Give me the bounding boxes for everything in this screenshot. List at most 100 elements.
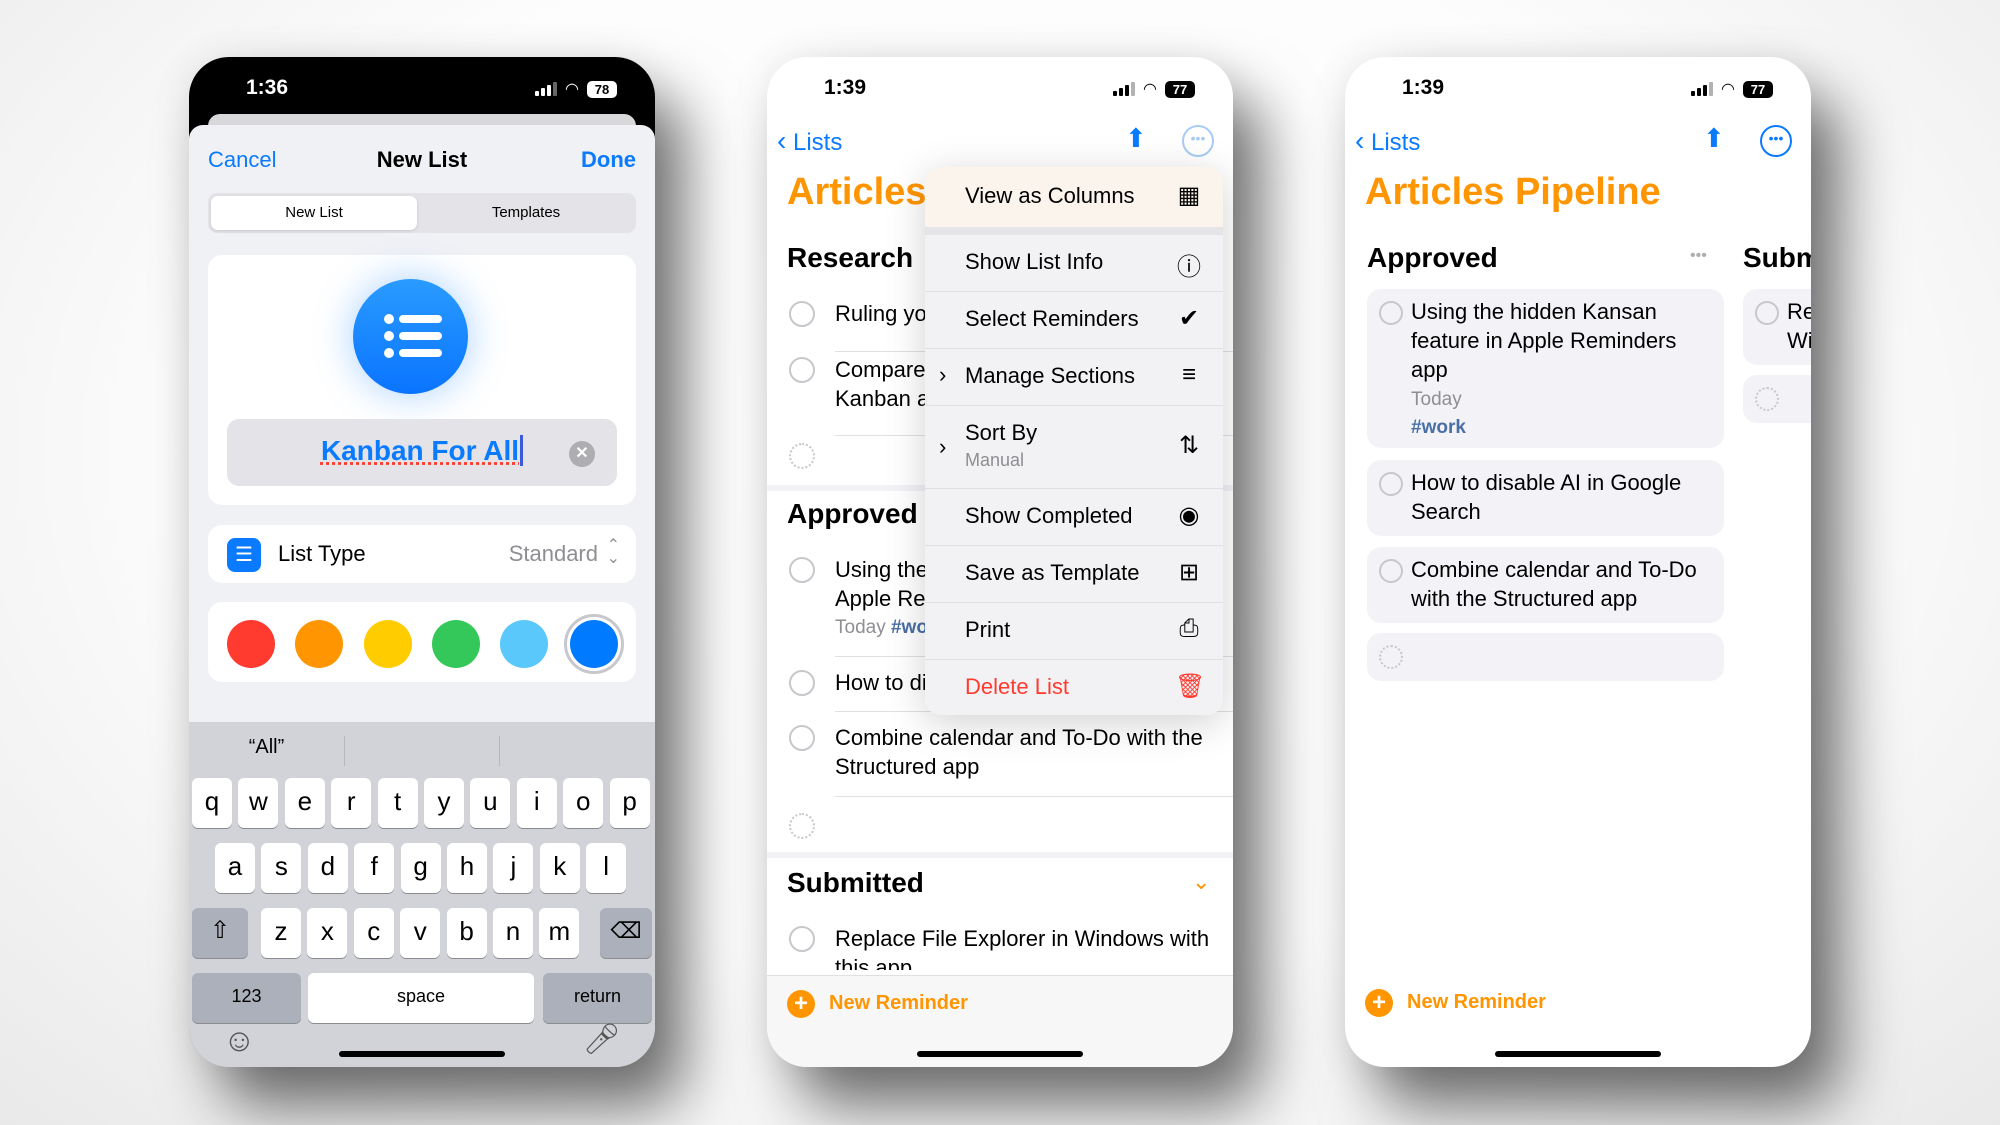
share-icon[interactable]: ⬆︎ [1125, 123, 1147, 154]
key-q[interactable]: q [192, 778, 232, 828]
list-type-value[interactable]: Standard [509, 541, 598, 567]
key-a[interactable]: a [215, 843, 255, 893]
reminder-text[interactable]: Using the [835, 555, 928, 584]
key-m[interactable]: m [539, 908, 580, 958]
reminder-checkbox[interactable] [789, 301, 815, 327]
new-reminder-card[interactable] [1743, 375, 1811, 423]
reminder-checkbox[interactable] [789, 725, 815, 751]
color-swatch-red[interactable] [227, 620, 275, 668]
reminder-card[interactable]: How to disable AI in Google Search [1367, 460, 1724, 536]
key-x[interactable]: x [307, 908, 348, 958]
menu-item-manage-sections[interactable]: › Manage Sections ≡ [925, 349, 1223, 405]
chevron-down-icon[interactable]: ⌄ [1192, 869, 1210, 895]
share-icon[interactable]: ⬆︎ [1703, 123, 1725, 154]
reminder-checkbox[interactable] [1379, 301, 1403, 325]
suggestion-1[interactable]: “All” [189, 736, 344, 759]
reminder-text-line2: Apple Re [835, 586, 926, 611]
shift-key[interactable]: ⇧ [192, 908, 248, 958]
key-i[interactable]: i [516, 778, 557, 828]
checkmark-circle-icon: ✔︎ [1178, 305, 1200, 332]
column-more-icon[interactable]: ••• [1690, 247, 1707, 265]
reminder-checkbox[interactable] [789, 926, 815, 952]
back-button[interactable]: ‹ Lists [777, 125, 842, 157]
key-n[interactable]: n [493, 908, 533, 958]
reminder-text[interactable]: Replace File Explorer in Windows with [835, 924, 1209, 953]
key-e[interactable]: e [284, 778, 325, 828]
color-swatch-orange[interactable] [295, 620, 343, 668]
back-button[interactable]: ‹ Lists [1355, 125, 1420, 157]
reminder-card[interactable]: Re Wi [1743, 289, 1811, 365]
microphone-icon[interactable]: 🎤︎ [583, 1022, 621, 1057]
key-t[interactable]: t [377, 778, 418, 828]
reminder-text[interactable]: Combine calendar and To-Do with the [835, 723, 1203, 752]
space-key[interactable]: space [308, 973, 534, 1023]
reminder-tag[interactable]: #work [1411, 413, 1466, 442]
tab-templates[interactable]: Templates [421, 196, 631, 230]
list-title: Articles Pipeline [1365, 171, 1661, 213]
key-u[interactable]: u [470, 778, 511, 828]
key-z[interactable]: z [261, 908, 301, 958]
color-swatch-blue[interactable] [564, 614, 624, 674]
key-y[interactable]: y [424, 778, 464, 828]
key-s[interactable]: s [261, 843, 302, 893]
list-name-input[interactable]: Kanban For All ✕ [227, 419, 617, 486]
menu-item-print[interactable]: Print ⎙ [925, 603, 1223, 659]
emoji-icon[interactable]: ☺ [223, 1022, 256, 1059]
key-d[interactable]: d [307, 843, 348, 893]
tab-new-list[interactable]: New List [211, 196, 417, 230]
plus-icon[interactable]: + [787, 990, 815, 1018]
plus-icon[interactable]: + [1365, 989, 1393, 1017]
key-j[interactable]: j [493, 843, 534, 893]
reminder-text[interactable]: Ruling yo [835, 299, 927, 328]
reminder-checkbox[interactable] [789, 357, 815, 383]
backspace-key[interactable]: ⌫ [600, 908, 652, 958]
numbers-key[interactable]: 123 [192, 973, 301, 1023]
color-swatch-light-blue[interactable] [500, 620, 548, 668]
menu-item-sort-by[interactable]: › Sort By Manual ⇅ [925, 406, 1223, 488]
menu-item-delete-list[interactable]: Delete List 🗑︎ [925, 660, 1223, 715]
new-reminder-button[interactable]: New Reminder [829, 992, 968, 1015]
reminder-text[interactable]: Compare [835, 355, 925, 384]
key-p[interactable]: p [609, 778, 650, 828]
list-bullet-icon[interactable] [353, 279, 468, 394]
reminder-checkbox[interactable] [1755, 301, 1779, 325]
done-button[interactable]: Done [581, 147, 636, 173]
new-reminder-button[interactable]: New Reminder [1407, 991, 1546, 1014]
new-reminder-card[interactable] [1367, 633, 1724, 681]
more-icon[interactable]: ••• [1182, 125, 1214, 157]
color-swatch-green[interactable] [432, 620, 480, 668]
menu-item-select-reminders[interactable]: Select Reminders ✔︎ [925, 292, 1223, 348]
reminder-card[interactable]: Using the hidden Kansan feature in Apple… [1367, 289, 1724, 448]
new-reminder-placeholder[interactable] [789, 443, 815, 469]
key-f[interactable]: f [354, 843, 395, 893]
reminder-checkbox[interactable] [789, 670, 815, 696]
return-key[interactable]: return [543, 973, 652, 1023]
menu-item-label: Manage Sections [965, 363, 1135, 388]
reminder-card[interactable]: Combine calendar and To-Do with the Stru… [1367, 547, 1724, 623]
key-l[interactable]: l [586, 843, 627, 893]
key-b[interactable]: b [446, 908, 487, 958]
key-v[interactable]: v [400, 908, 441, 958]
list-type-row[interactable]: ☰ List Type Standard ⌃ ⌄ [208, 525, 636, 583]
key-k[interactable]: k [539, 843, 580, 893]
menu-item-show-list-info[interactable]: Show List Info ⓘ [925, 235, 1223, 291]
reminder-checkbox[interactable] [1379, 559, 1403, 583]
clear-icon[interactable]: ✕ [569, 441, 595, 467]
key-r[interactable]: r [331, 778, 372, 828]
reminder-text[interactable]: How to di [835, 668, 927, 697]
new-reminder-placeholder[interactable] [789, 813, 815, 839]
key-o[interactable]: o [563, 778, 604, 828]
menu-item-view-as-columns[interactable]: View as Columns ▦ [925, 167, 1223, 227]
key-h[interactable]: h [447, 843, 487, 893]
menu-item-save-as-template[interactable]: Save as Template ⊞ [925, 546, 1223, 602]
menu-item-show-completed[interactable]: Show Completed ◉ [925, 489, 1223, 545]
color-swatch-yellow[interactable] [364, 620, 412, 668]
key-w[interactable]: w [238, 778, 279, 828]
more-icon[interactable]: ••• [1760, 125, 1792, 157]
key-g[interactable]: g [400, 843, 441, 893]
reminder-tag[interactable]: #wo [891, 617, 928, 638]
reminder-checkbox[interactable] [789, 557, 815, 583]
key-c[interactable]: c [353, 908, 394, 958]
reminder-checkbox[interactable] [1379, 472, 1403, 496]
menu-item-label: Sort By [965, 420, 1038, 445]
